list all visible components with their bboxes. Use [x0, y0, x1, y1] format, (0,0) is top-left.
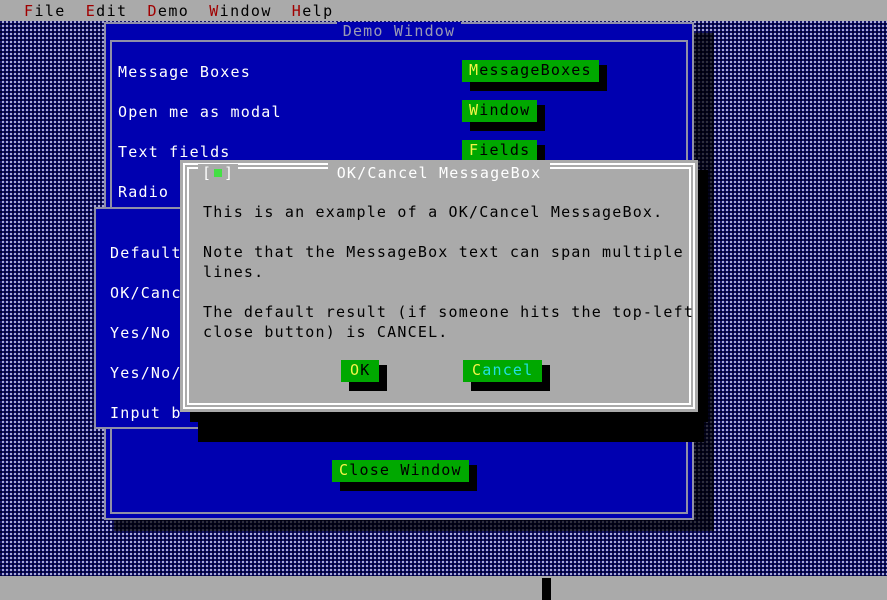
message-boxes-button-hotkey: M [469, 61, 480, 79]
menu-demo-hotkey: D [147, 1, 158, 20]
menu-demo[interactable]: Demo [137, 1, 199, 21]
fields-button-label: ields [479, 141, 531, 159]
close-window-button-hotkey: C [339, 461, 350, 479]
demo-window-title-text: Demo Window [336, 22, 462, 40]
cancel-button[interactable]: Cancel [463, 360, 551, 391]
fields-button[interactable]: Fields [462, 140, 546, 171]
dialog-title-text: OK/Cancel MessageBox [327, 163, 551, 183]
message-boxes-button-label: essageBoxes [479, 61, 592, 79]
message-boxes-button[interactable]: MessageBoxes [462, 60, 607, 91]
demo-row-label-radio: Radio [118, 183, 170, 201]
close-window-button-label: lose Window [349, 461, 462, 479]
menu-file-hotkey: F [24, 1, 35, 20]
menu-edit-hotkey: E [85, 1, 97, 20]
menu-demo-label: emo [157, 1, 190, 20]
demo-row-label-text-fields: Text fields [118, 143, 231, 161]
close-bracket-left: [ [202, 164, 213, 182]
mbox-label-ok-cancel: OK/Canc [110, 284, 182, 302]
text-cursor [542, 578, 551, 600]
menu-file[interactable]: File [14, 1, 76, 21]
dialog-underlay-shadow [198, 420, 704, 442]
demo-row-label-open-modal: Open me as modal [118, 103, 282, 121]
dialog-title-bar: OK/Cancel MessageBox [180, 163, 698, 183]
ok-button-label: K [360, 361, 371, 379]
dialog-close-button[interactable]: [] [198, 164, 239, 182]
cancel-button-hotkey: C [472, 361, 483, 379]
window-button-hotkey: W [469, 101, 480, 119]
close-window-button[interactable]: Close Window [332, 460, 477, 491]
dialog-outer-frame [183, 163, 695, 409]
window-button[interactable]: Window [462, 100, 546, 131]
ok-button[interactable]: OK [341, 360, 389, 391]
mbox-label-default: Default [110, 244, 182, 262]
dialog-body-line-6: The default result (if someone hits the … [203, 303, 695, 321]
menu-file-label: ile [34, 1, 66, 20]
mbox-label-yes-no-cancel: Yes/No/ [110, 364, 182, 382]
menu-edit[interactable]: Edit [76, 1, 138, 21]
fields-button-hotkey: F [469, 141, 480, 159]
status-bar [0, 576, 887, 600]
cancel-button-label: ancel [482, 361, 534, 379]
terminal-screen: File Edit Demo Window Help Demo Window M… [0, 0, 887, 600]
demo-row-label-message-boxes: Message Boxes [118, 63, 251, 81]
menu-window-hotkey: W [209, 1, 220, 20]
close-icon [214, 169, 223, 177]
menu-help-hotkey: H [291, 1, 303, 20]
mbox-label-yes-no: Yes/No [110, 324, 172, 342]
window-button-label: indow [479, 101, 531, 119]
menu-bar: File Edit Demo Window Help [0, 0, 887, 21]
close-bracket-right: ] [224, 164, 235, 182]
dialog-body-line-1: This is an example of a OK/Cancel Messag… [203, 203, 664, 221]
mbox-label-input-box: Input b [110, 404, 182, 422]
dialog-body-line-3: Note that the MessageBox text can span m… [203, 243, 684, 261]
dialog-body-line-7: close button) is CANCEL. [203, 323, 449, 341]
menu-help-label: elp [302, 1, 334, 20]
dialog-body-line-4: lines. [203, 263, 265, 281]
menu-help[interactable]: Help [282, 1, 344, 21]
menu-window[interactable]: Window [199, 1, 282, 21]
okcancel-dialog: OK/Cancel MessageBox [] This is an examp… [180, 160, 698, 412]
demo-window-title: Demo Window [104, 21, 694, 41]
menu-edit-label: dit [96, 1, 128, 20]
menu-window-label: indow [219, 1, 272, 20]
ok-button-hotkey: O [350, 361, 361, 379]
